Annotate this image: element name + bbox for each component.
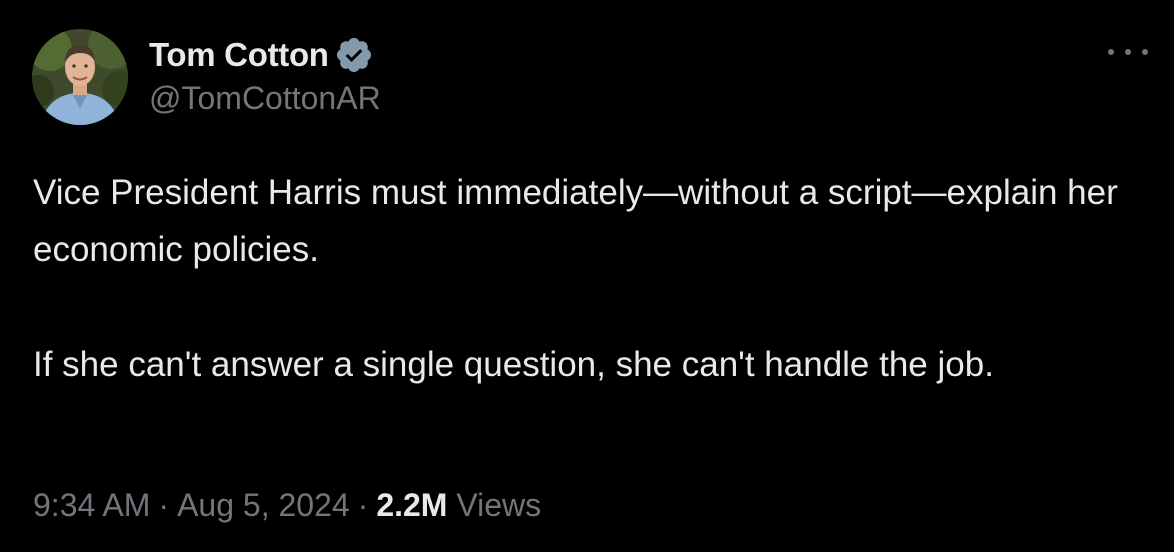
tweet-paragraph-1: Vice President Harris must immediately—w… — [33, 173, 1118, 269]
more-options-icon[interactable] — [1108, 40, 1148, 64]
author-display-name[interactable]: Tom Cotton — [149, 36, 329, 74]
tweet-date[interactable]: Aug 5, 2024 — [177, 487, 350, 523]
tweet-time[interactable]: 9:34 AM — [33, 487, 150, 523]
tweet-text: Vice President Harris must immediately—w… — [33, 164, 1143, 393]
tweet-metadata: 9:34 AM · Aug 5, 2024 · 2.2M Views — [33, 487, 541, 524]
avatar-image — [32, 29, 128, 125]
tweet-card: Tom Cotton @TomCottonAR Vice President H… — [0, 0, 1174, 552]
views-count[interactable]: 2.2M — [376, 487, 447, 523]
author-name-row: Tom Cotton — [149, 33, 374, 77]
author-handle[interactable]: @TomCottonAR — [149, 80, 381, 117]
views-label: Views — [456, 487, 542, 523]
separator-dot: · — [158, 487, 170, 523]
tweet-paragraph-2: If she can't answer a single question, s… — [33, 345, 994, 384]
separator-dot: · — [357, 487, 369, 523]
author-avatar[interactable] — [32, 29, 128, 125]
verified-badge-icon[interactable] — [334, 35, 374, 75]
